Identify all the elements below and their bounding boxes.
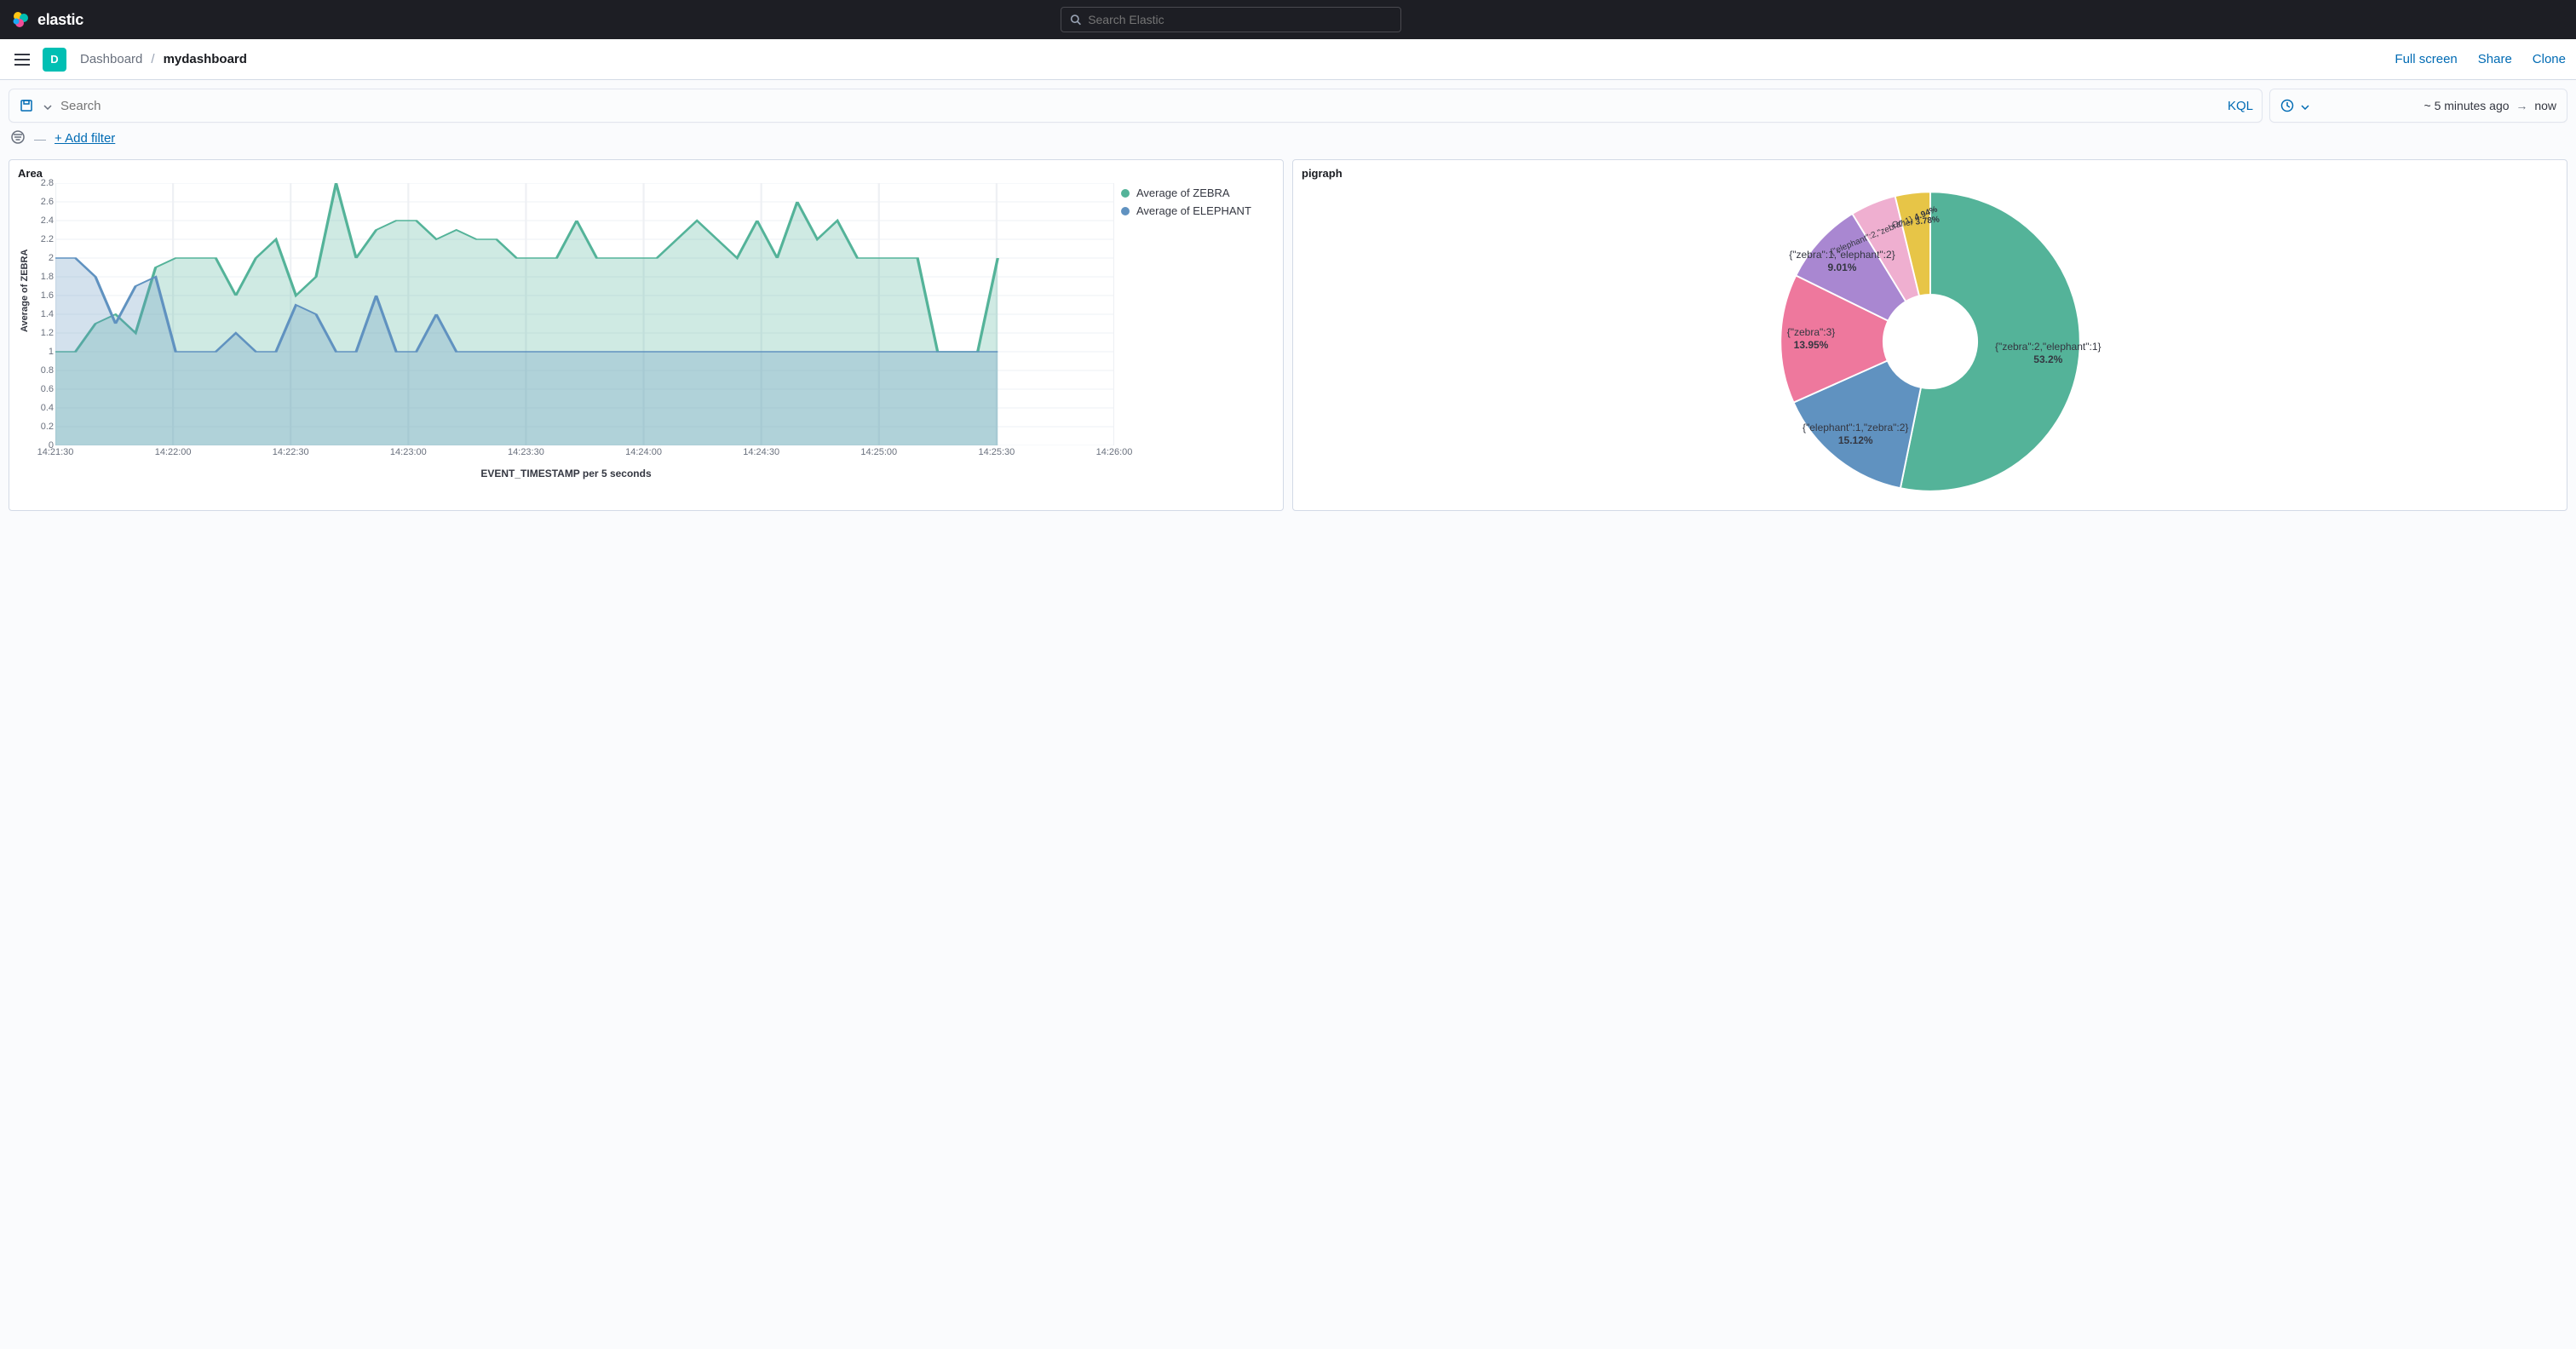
panel-area: Area Average of ZEBRA 00.20.40.60.811.21… [9, 159, 1284, 511]
save-icon [20, 99, 33, 112]
legend-item[interactable]: Average of ZEBRA [1121, 187, 1274, 199]
full-screen-button[interactable]: Full screen [2395, 52, 2457, 66]
query-bar[interactable]: KQL [9, 89, 2263, 123]
saved-query-button[interactable] [18, 97, 35, 114]
logo-text: elastic [37, 11, 83, 29]
query-language-toggle[interactable]: KQL [2228, 99, 2253, 113]
share-button[interactable]: Share [2478, 52, 2512, 66]
sub-header: D Dashboard / mydashboard Full screen Sh… [0, 39, 2576, 80]
clone-button[interactable]: Clone [2533, 52, 2566, 66]
date-picker[interactable]: ~ 5 minutes ago → now [2269, 89, 2567, 123]
date-from: ~ 5 minutes ago [2424, 99, 2510, 112]
elastic-logo-icon [10, 9, 31, 30]
legend-label: Average of ELEPHANT [1136, 204, 1251, 217]
legend-item[interactable]: Average of ELEPHANT [1121, 204, 1274, 217]
global-header: elastic [0, 0, 2576, 39]
panel-title: Area [18, 167, 1274, 180]
arrow-right-icon: → [2516, 99, 2527, 112]
chevron-down-icon[interactable] [43, 99, 52, 112]
query-row: KQL ~ 5 minutes ago → now [0, 80, 2576, 123]
breadcrumb-separator: / [151, 52, 154, 66]
logo[interactable]: elastic [10, 9, 83, 30]
clock-icon [2280, 99, 2294, 112]
nav-toggle-button[interactable] [10, 48, 34, 72]
search-icon [1070, 14, 1081, 26]
query-input[interactable] [60, 89, 2219, 122]
global-search-input[interactable] [1088, 13, 1392, 26]
legend-dot-icon [1121, 207, 1130, 215]
breadcrumb: Dashboard / mydashboard [80, 52, 247, 66]
donut-chart[interactable]: {"zebra":2,"elephant":1}53.2%{"elephant"… [1302, 180, 2558, 503]
panel-title: pigraph [1302, 167, 2558, 180]
donut-svg [1768, 180, 2092, 503]
add-filter-button[interactable]: + Add filter [55, 131, 115, 146]
filter-icon[interactable] [10, 129, 26, 147]
hamburger-icon [14, 54, 30, 66]
global-search[interactable] [1061, 7, 1401, 32]
breadcrumb-parent[interactable]: Dashboard [80, 52, 142, 66]
y-axis-label: Average of ZEBRA [20, 250, 30, 332]
area-chart[interactable]: 00.20.40.60.811.21.41.61.822.22.42.62.8 … [55, 183, 1114, 445]
filter-bar: — + Add filter [0, 123, 2576, 154]
app-badge: D [43, 48, 66, 72]
panel-pigraph: pigraph {"zebra":2,"elephant":1}53.2%{"e… [1292, 159, 2567, 511]
legend-label: Average of ZEBRA [1136, 187, 1230, 199]
date-to: now [2534, 99, 2556, 112]
x-axis-label: EVENT_TIMESTAMP per 5 seconds [18, 468, 1114, 479]
breadcrumb-current: mydashboard [164, 52, 247, 66]
area-svg [55, 183, 1114, 445]
legend-dot-icon [1121, 189, 1130, 198]
chevron-down-icon[interactable] [2301, 99, 2309, 112]
dashboard-panels: Area Average of ZEBRA 00.20.40.60.811.21… [0, 154, 2576, 528]
chart-legend: Average of ZEBRA Average of ELEPHANT [1121, 187, 1274, 222]
